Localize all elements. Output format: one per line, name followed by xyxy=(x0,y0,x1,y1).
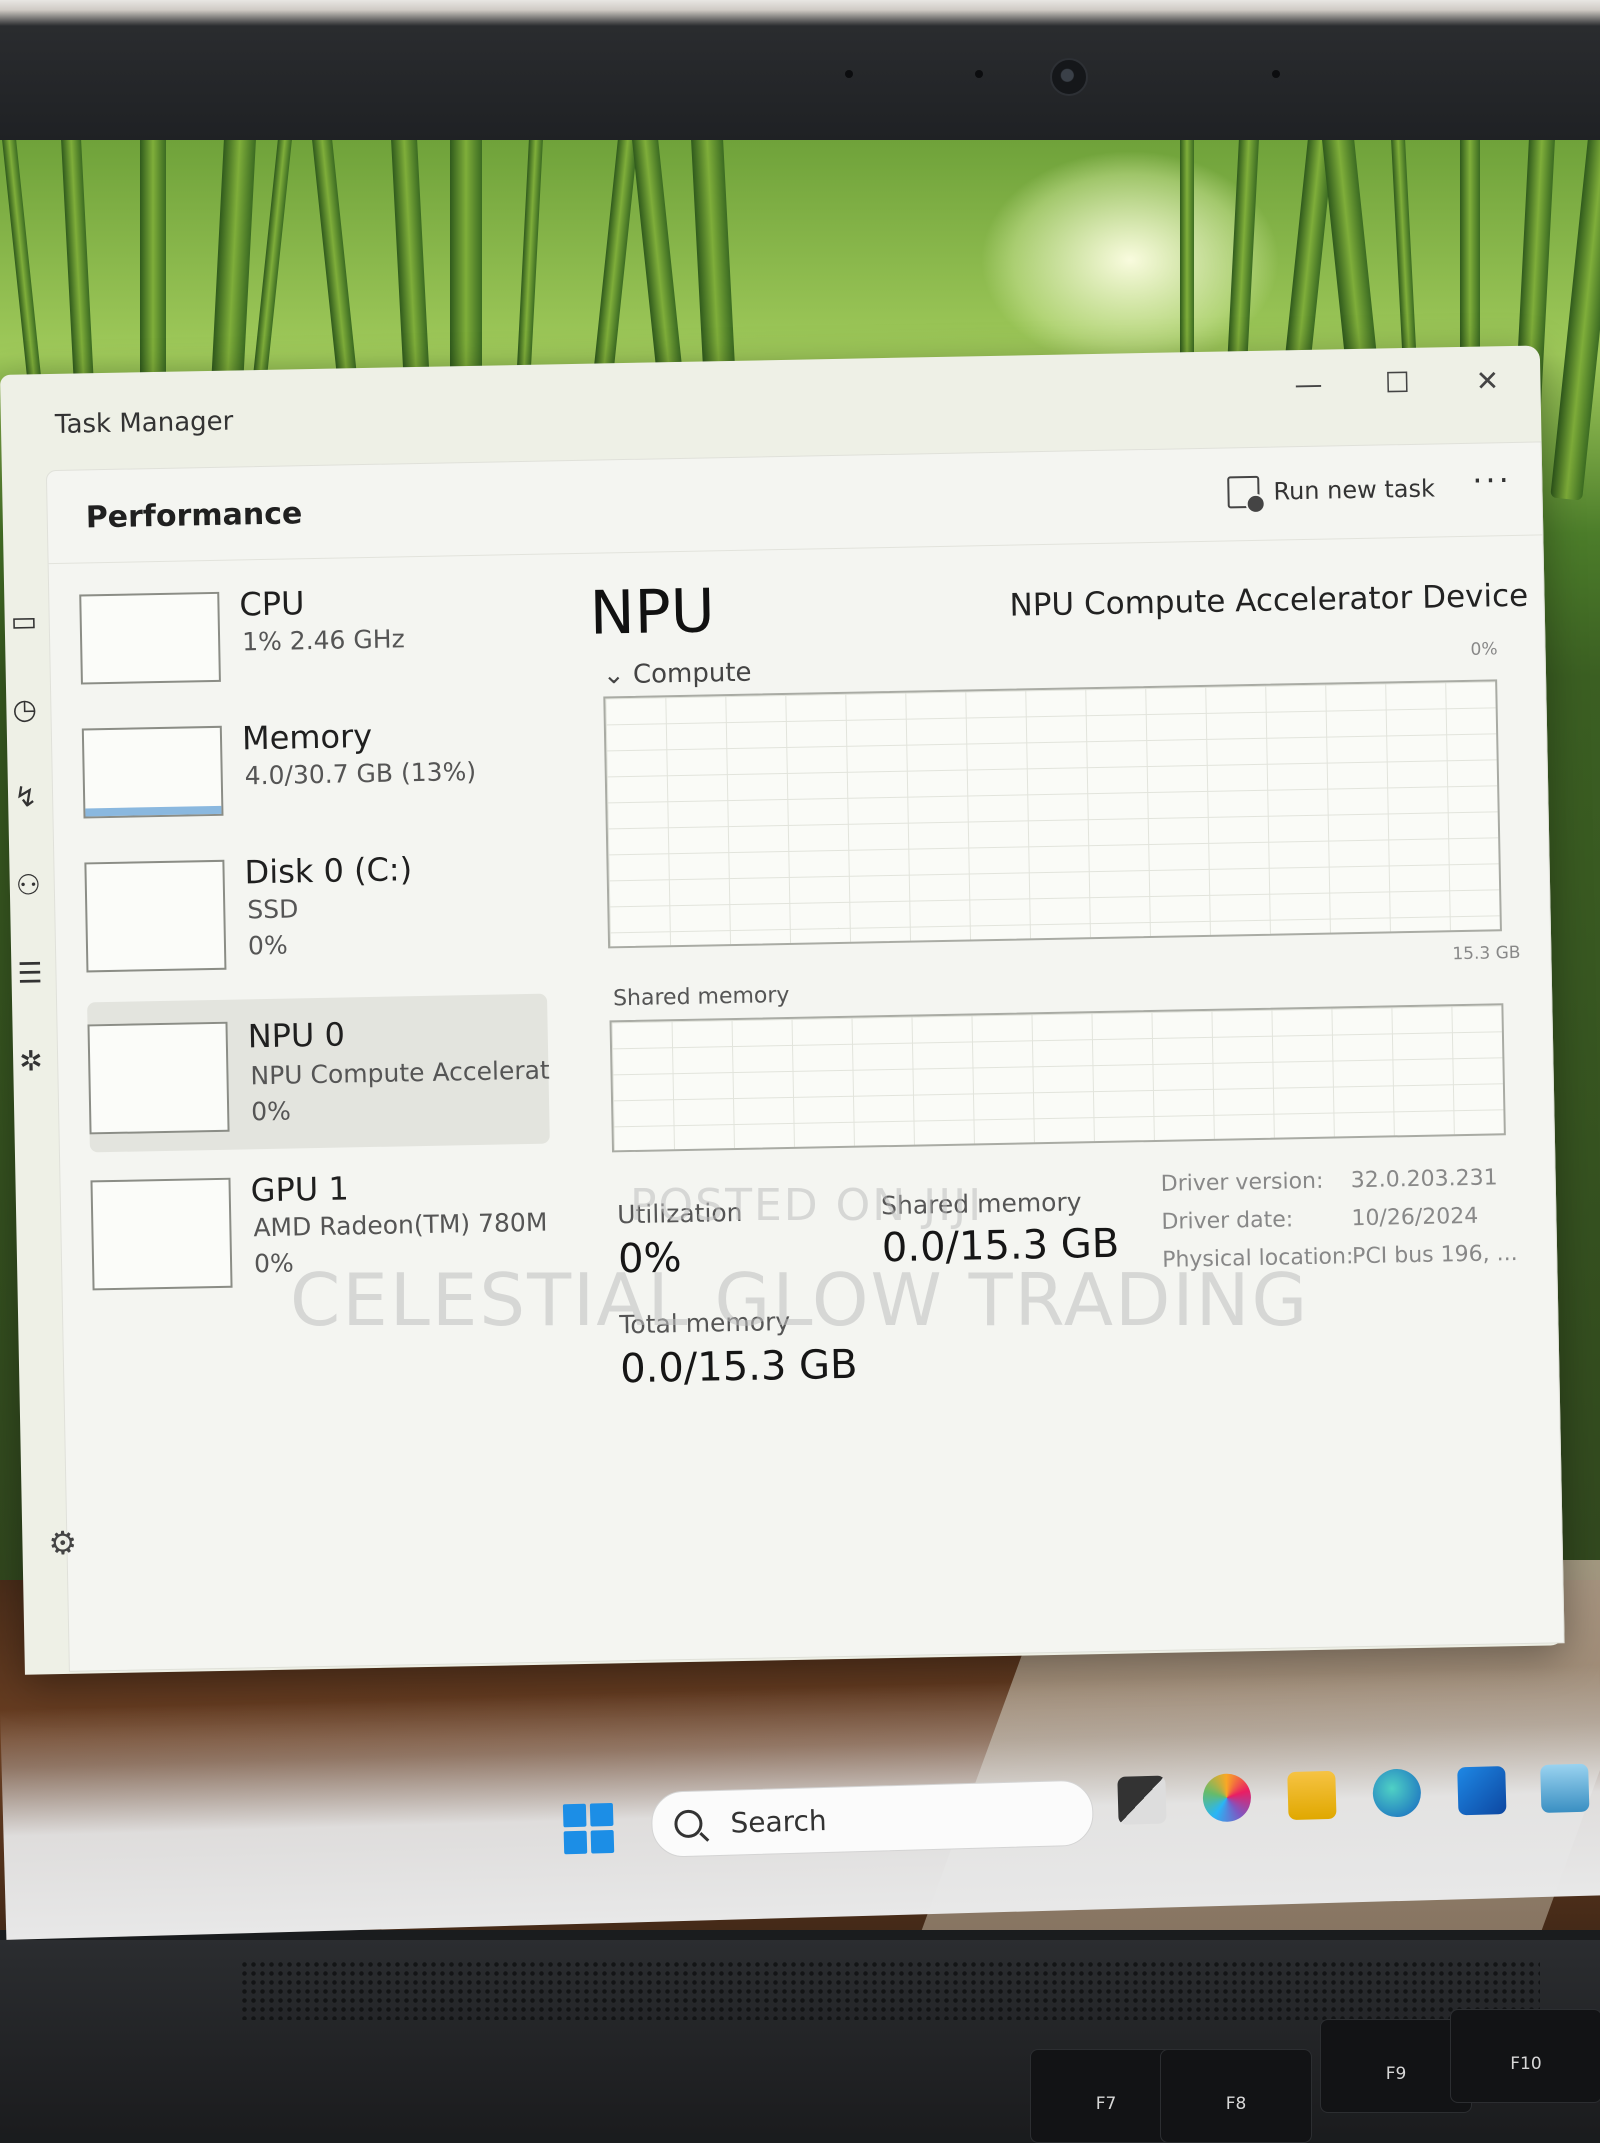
sidebar-item-usage: 0% xyxy=(250,1096,292,1127)
key-label: F7 xyxy=(1095,2094,1117,2114)
laptop-keyboard: F7 F8 F9 F10 xyxy=(0,1940,1600,2143)
more-options-button[interactable]: ··· xyxy=(1472,461,1512,500)
start-button[interactable] xyxy=(562,1802,615,1855)
search-placeholder: Search xyxy=(729,1803,828,1840)
compute-graph xyxy=(603,679,1502,949)
key-label: F10 xyxy=(1510,2054,1542,2074)
cpu-thumbnail-graph xyxy=(79,591,221,685)
users-icon[interactable]: ⚇ xyxy=(15,868,41,901)
device-name: NPU Compute Accelerator Device xyxy=(1009,577,1529,624)
watermark-brand: CELESTIAL GLOW TRADING xyxy=(290,1258,1310,1342)
key-f8[interactable]: F8 xyxy=(1160,2049,1312,2143)
sidebar-item-label: CPU xyxy=(239,584,305,624)
sidebar-item-detail: 4.0/30.7 GB (13%) xyxy=(244,756,477,791)
page-title: Performance xyxy=(85,496,303,536)
settings-gear-icon[interactable]: ⚙ xyxy=(48,1524,77,1563)
photos-icon[interactable] xyxy=(1540,1763,1590,1813)
key-label: F8 xyxy=(1225,2094,1247,2114)
key-label: F9 xyxy=(1385,2064,1407,2084)
sidebar-item-npu[interactable]: NPU 0 NPU Compute Accelerat 0% xyxy=(87,993,550,1153)
performance-panel: Performance Run new task ··· CPU 1% 2.46… xyxy=(45,441,1565,1672)
windows-taskbar: Search xyxy=(0,1665,1600,1940)
run-new-task-button[interactable]: Run new task xyxy=(1227,466,1435,514)
copilot-icon[interactable] xyxy=(1202,1773,1252,1823)
key-f10[interactable]: F10 xyxy=(1450,2009,1600,2103)
sidebar-item-label: NPU 0 xyxy=(247,1015,346,1056)
device-title: NPU xyxy=(589,576,716,649)
mic-dot xyxy=(845,70,853,78)
sidebar-item-detail: SSD xyxy=(247,894,299,925)
task-view-icon[interactable] xyxy=(1117,1775,1167,1825)
physical-location-value: PCI bus 196, ... xyxy=(1351,1241,1518,1270)
speaker-grille xyxy=(240,1960,1540,2020)
memory-usage-fill xyxy=(85,805,222,817)
startup-apps-icon[interactable]: ↯ xyxy=(14,780,38,813)
gpu-thumbnail-graph xyxy=(90,1177,233,1291)
mic-dot xyxy=(975,70,983,78)
compute-axis-max: 0% xyxy=(1470,639,1498,660)
mic-dot xyxy=(1272,70,1280,78)
npu-thumbnail-graph xyxy=(87,1021,230,1135)
sidebar-item-disk[interactable]: Disk 0 (C:) SSD 0% xyxy=(84,844,546,983)
driver-version-value: 32.0.203.231 xyxy=(1350,1165,1498,1194)
services-icon[interactable]: ✲ xyxy=(19,1044,43,1077)
memory-thumbnail-graph xyxy=(81,725,224,819)
edge-browser-icon[interactable] xyxy=(1372,1768,1422,1818)
details-list-icon[interactable]: ☰ xyxy=(17,956,43,989)
sidebar-item-label: GPU 1 xyxy=(250,1169,350,1210)
windows-logo-icon xyxy=(562,1803,587,1828)
total-memory-value: 0.0/15.3 GB xyxy=(619,1341,858,1393)
app-history-icon[interactable]: ◷ xyxy=(12,692,37,725)
sidebar-item-detail: NPU Compute Accelerat xyxy=(250,1055,550,1091)
sidebar-item-usage: 0% xyxy=(247,930,288,961)
disk-thumbnail-graph xyxy=(84,859,227,973)
compute-label: Compute xyxy=(632,657,752,690)
sidebar-item-label: Memory xyxy=(241,716,373,758)
performance-nav-icon[interactable]: ▭ xyxy=(10,604,37,638)
windows-logo-icon xyxy=(563,1830,588,1855)
windows-logo-icon xyxy=(589,1802,614,1827)
laptop-bezel xyxy=(0,0,1600,145)
panel-header: Performance Run new task ··· xyxy=(46,442,1543,565)
search-icon xyxy=(674,1809,703,1839)
watermark-posted: POSTED ON JIJI xyxy=(630,1180,984,1231)
sidebar-item-label: Disk 0 (C:) xyxy=(244,850,413,892)
shared-memory-graph xyxy=(609,1003,1506,1153)
webcam xyxy=(1050,58,1088,96)
driver-date-label: Driver date: xyxy=(1161,1207,1294,1235)
shared-axis-max: 15.3 GB xyxy=(1452,942,1521,965)
windows-logo-icon xyxy=(590,1829,615,1854)
driver-version-label: Driver version: xyxy=(1160,1168,1324,1197)
task-manager-window: Task Manager — ☐ ✕ ▭ ◷ ↯ ⚇ ☰ ✲ Performan… xyxy=(0,345,1565,1675)
minimize-button[interactable]: — xyxy=(1283,367,1334,402)
bamboo-stalk xyxy=(1550,140,1600,501)
close-button[interactable]: ✕ xyxy=(1462,364,1513,398)
sidebar-item-memory[interactable]: Memory 4.0/30.7 GB (13%) xyxy=(81,710,544,849)
compute-dropdown[interactable]: ⌄ Compute xyxy=(603,658,752,691)
file-explorer-icon[interactable] xyxy=(1287,1770,1337,1821)
run-task-icon xyxy=(1227,475,1260,509)
sidebar-item-cpu[interactable]: CPU 1% 2.46 GHz xyxy=(79,576,541,715)
taskbar-search[interactable]: Search xyxy=(650,1779,1095,1858)
run-new-task-label: Run new task xyxy=(1273,474,1436,506)
window-title: Task Manager xyxy=(54,406,234,440)
maximize-button[interactable]: ☐ xyxy=(1372,366,1423,400)
sidebar-item-detail: 1% 2.46 GHz xyxy=(241,624,405,657)
sidebar-item-detail: AMD Radeon(TM) 780M xyxy=(253,1207,548,1243)
driver-date-value: 10/26/2024 xyxy=(1351,1203,1479,1232)
shared-memory-graph-label: Shared memory xyxy=(612,982,790,1012)
store-icon[interactable] xyxy=(1457,1765,1507,1816)
